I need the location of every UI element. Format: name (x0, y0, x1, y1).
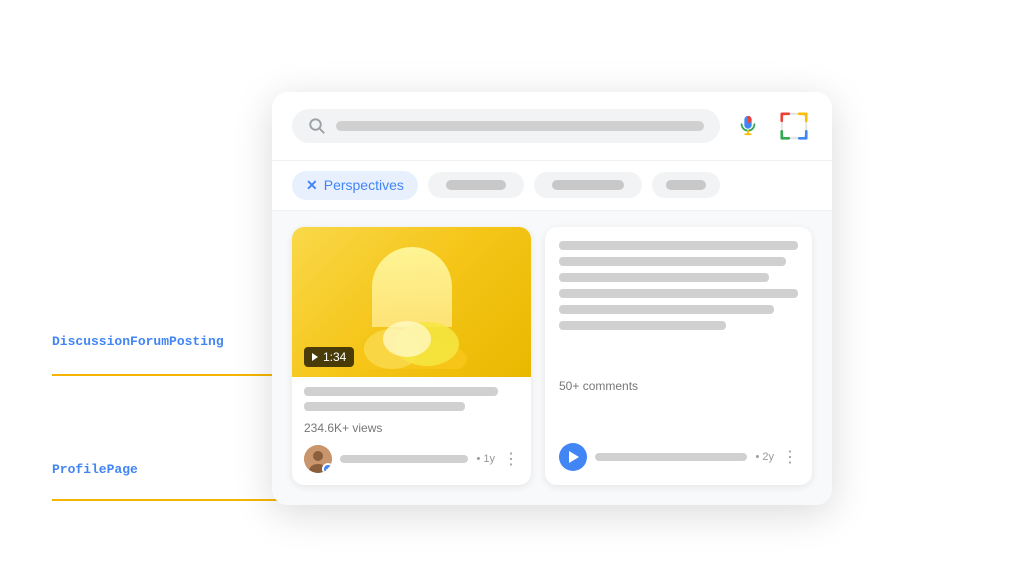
video-author-time: • 1y (476, 453, 495, 465)
video-duration-badge: 1:34 (304, 347, 354, 367)
title-bar-2 (304, 402, 465, 411)
author-avatar: ✓ (304, 445, 332, 473)
play-icon (312, 353, 318, 361)
video-views: 234.6K+ views (304, 421, 519, 435)
video-title-area (304, 387, 519, 411)
page-wrapper: DiscussionForumPosting ProfilePage (0, 0, 1024, 576)
forum-author-time: • 2y (755, 451, 774, 463)
video-more-button[interactable]: ⋮ (503, 449, 519, 469)
tab-3[interactable] (534, 172, 642, 198)
forum-author-avatar (559, 443, 587, 471)
text-line-6 (559, 321, 726, 330)
content-area: 1:34 234.6K+ views (272, 211, 832, 505)
cloud-graphic (352, 314, 472, 369)
tab-4[interactable] (652, 172, 720, 198)
forum-more-button[interactable]: ⋮ (782, 447, 798, 467)
text-line-2 (559, 257, 786, 266)
forum-comments: 50+ comments (559, 379, 798, 393)
search-bar-row (272, 92, 832, 161)
text-line-4 (559, 289, 798, 298)
lens-icon (780, 112, 808, 140)
tab-2[interactable] (428, 172, 524, 198)
tab-perspectives[interactable]: ✕ Perspectives (292, 171, 418, 200)
text-line-3 (559, 273, 769, 282)
forum-card[interactable]: 50+ comments • 2y ⋮ (545, 227, 812, 485)
tabs-row: ✕ Perspectives (272, 161, 832, 211)
video-author-row: ✓ • 1y ⋮ (304, 445, 519, 473)
tab-3-bar (552, 180, 624, 190)
tab-perspectives-label: Perspectives (324, 177, 404, 193)
search-input-wrapper[interactable] (292, 109, 720, 143)
browser-card: ✕ Perspectives (272, 92, 832, 505)
video-thumbnail: 1:34 (292, 227, 531, 377)
mic-icon (737, 115, 759, 137)
video-info: 234.6K+ views ✓ (292, 377, 531, 485)
search-icon (308, 117, 326, 135)
forum-author-name-bar (595, 453, 747, 461)
verified-badge: ✓ (322, 463, 332, 473)
video-card[interactable]: 1:34 234.6K+ views (292, 227, 531, 485)
author-name-bar (340, 455, 468, 463)
annotation-profile: ProfilePage (52, 462, 138, 477)
search-placeholder-bar (336, 121, 704, 131)
forum-author-row: • 2y ⋮ (559, 443, 798, 471)
tab-2-bar (446, 180, 506, 190)
lens-button[interactable] (776, 108, 812, 144)
mic-button[interactable] (730, 108, 766, 144)
video-duration: 1:34 (323, 350, 346, 364)
tab-4-bar (666, 180, 706, 190)
play-avatar-icon (569, 451, 579, 463)
text-line-1 (559, 241, 798, 250)
forum-text-area (559, 241, 798, 330)
title-bar-1 (304, 387, 498, 396)
annotation-discussion: DiscussionForumPosting (52, 334, 224, 349)
text-line-5 (559, 305, 774, 314)
close-icon: ✕ (306, 177, 318, 194)
